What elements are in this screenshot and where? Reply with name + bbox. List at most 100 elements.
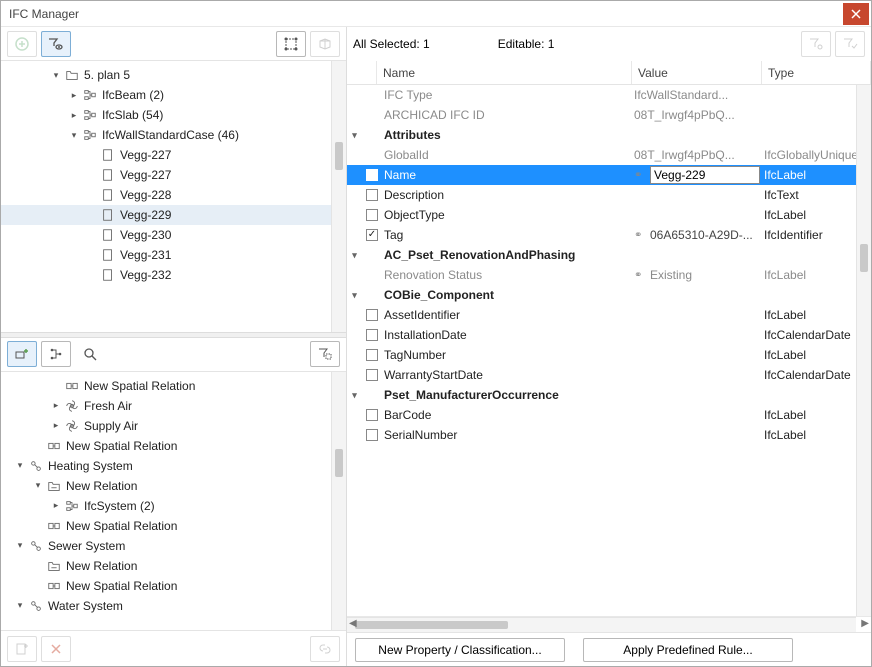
- expand-icon[interactable]: ▸: [69, 90, 79, 100]
- new-property-button[interactable]: New Property / Classification...: [355, 638, 565, 662]
- property-type: IfcLabel: [762, 345, 871, 365]
- tree-item[interactable]: ▾ Heating System: [1, 456, 346, 476]
- property-group-header[interactable]: ▾AC_Pset_RenovationAndPhasing: [347, 245, 871, 265]
- property-row[interactable]: DescriptionIfcText: [347, 185, 871, 205]
- tree-item[interactable]: ▸IfcBeam (2): [1, 85, 346, 105]
- tree-item[interactable]: New Spatial Relation: [1, 576, 346, 596]
- tree-item[interactable]: ▾Water System: [1, 596, 346, 616]
- property-row[interactable]: TagNumberIfcLabel: [347, 345, 871, 365]
- tree-item[interactable]: Vegg-228: [1, 185, 346, 205]
- new-tree-item-button[interactable]: [7, 636, 37, 662]
- property-row[interactable]: ARCHICAD IFC ID08T_Irwgf4pPbQ...: [347, 105, 871, 125]
- property-checkbox[interactable]: [366, 229, 378, 241]
- close-button[interactable]: [843, 3, 869, 25]
- property-checkbox[interactable]: [366, 409, 378, 421]
- property-row[interactable]: BarCodeIfcLabel: [347, 405, 871, 425]
- group-toggle-icon[interactable]: ▾: [347, 125, 362, 145]
- property-group-header[interactable]: ▾ Attributes: [347, 125, 871, 145]
- expand-icon[interactable]: ▸: [51, 401, 61, 411]
- tree-item[interactable]: Vegg-231: [1, 245, 346, 265]
- property-row[interactable]: IFC TypeIfcWallStandard...: [347, 85, 871, 105]
- property-row[interactable]: InstallationDateIfcCalendarDate: [347, 325, 871, 345]
- column-value[interactable]: Value: [632, 61, 762, 84]
- property-table[interactable]: IFC TypeIfcWallStandard...ARCHICAD IFC I…: [347, 85, 871, 616]
- collapse-icon[interactable]: ▾: [15, 461, 25, 471]
- property-checkbox[interactable]: [366, 329, 378, 341]
- property-checkbox[interactable]: [366, 189, 378, 201]
- tree-item[interactable]: ▾5. plan 5: [1, 65, 346, 85]
- property-checkbox[interactable]: [366, 169, 378, 181]
- horizontal-scrollbar[interactable]: [347, 617, 856, 632]
- property-row[interactable]: SerialNumberIfcLabel: [347, 425, 871, 445]
- property-value-input[interactable]: [650, 166, 760, 184]
- group-toggle-icon[interactable]: ▾: [347, 285, 362, 305]
- collapse-icon[interactable]: ▾: [51, 70, 61, 80]
- select-bbox-button[interactable]: [276, 31, 306, 57]
- filter-relation-button[interactable]: [310, 341, 340, 367]
- property-group-header[interactable]: ▾COBie_Component: [347, 285, 871, 305]
- tree-item[interactable]: ▸Fresh Air: [1, 396, 346, 416]
- tree-item[interactable]: Vegg-230: [1, 225, 346, 245]
- collapse-icon[interactable]: ▾: [33, 481, 43, 491]
- property-row[interactable]: WarrantyStartDateIfcCalendarDate: [347, 365, 871, 385]
- property-name: Attributes: [382, 125, 632, 145]
- tree-item[interactable]: Vegg-227: [1, 165, 346, 185]
- delete-tree-item-button[interactable]: [41, 636, 71, 662]
- tree-item[interactable]: Vegg-227: [1, 145, 346, 165]
- collapse-icon[interactable]: ▾: [15, 601, 25, 611]
- expand-icon[interactable]: ▸: [69, 110, 79, 120]
- group-toggle-icon[interactable]: ▾: [347, 245, 362, 265]
- search-button[interactable]: [75, 341, 105, 367]
- tree-item[interactable]: ▸Supply Air: [1, 416, 346, 436]
- property-row[interactable]: Renovation Status⚭ExistingIfcLabel: [347, 265, 871, 285]
- expand-icon[interactable]: ▸: [51, 501, 61, 511]
- group-toggle-icon[interactable]: ▾: [347, 385, 362, 405]
- property-row[interactable]: Tag⚭06A65310-A29D-...IfcIdentifier: [347, 225, 871, 245]
- filter-check-button[interactable]: [835, 31, 865, 57]
- tree-item[interactable]: ▸IfcSystem (2): [1, 496, 346, 516]
- scroll-left-icon[interactable]: ◀: [349, 618, 357, 629]
- column-type[interactable]: Type: [762, 61, 871, 84]
- column-name[interactable]: Name: [377, 61, 632, 84]
- property-checkbox[interactable]: [366, 429, 378, 441]
- tree-item[interactable]: Vegg-232: [1, 265, 346, 285]
- tree-item[interactable]: New Spatial Relation: [1, 436, 346, 456]
- tree-item[interactable]: New Spatial Relation: [1, 376, 346, 396]
- tree-item[interactable]: Vegg-229: [1, 205, 346, 225]
- tree-item[interactable]: ▸IfcSlab (54): [1, 105, 346, 125]
- scroll-right-icon[interactable]: ▶: [861, 618, 869, 629]
- tree-item[interactable]: ▾New Relation: [1, 476, 346, 496]
- property-row[interactable]: AssetIdentifierIfcLabel: [347, 305, 871, 325]
- property-value[interactable]: ⚭: [632, 165, 762, 185]
- collapse-icon[interactable]: ▾: [15, 541, 25, 551]
- vertical-scrollbar[interactable]: [856, 85, 871, 616]
- link-button[interactable]: [310, 636, 340, 662]
- property-row[interactable]: Name⚭IfcLabel: [347, 165, 871, 185]
- new-item-button[interactable]: [7, 31, 37, 57]
- property-row[interactable]: GlobalId08T_Irwgf4pPbQ...IfcGloballyUniq…: [347, 145, 871, 165]
- tree-item[interactable]: ▾Sewer System: [1, 536, 346, 556]
- vertical-scrollbar[interactable]: [331, 61, 346, 332]
- vertical-scrollbar[interactable]: [331, 372, 346, 630]
- model-tree[interactable]: ▾5. plan 5▸IfcBeam (2)▸IfcSlab (54)▾IfcW…: [1, 61, 346, 332]
- filter-settings-button[interactable]: [801, 31, 831, 57]
- collapse-icon[interactable]: ▾: [69, 130, 79, 140]
- tree-item[interactable]: New Spatial Relation: [1, 516, 346, 536]
- add-relation-button[interactable]: [7, 341, 37, 367]
- zoom-3d-button[interactable]: [310, 31, 340, 57]
- tree-item[interactable]: New Relation: [1, 556, 346, 576]
- property-checkbox[interactable]: [366, 349, 378, 361]
- property-checkbox[interactable]: [366, 369, 378, 381]
- tree-item[interactable]: ▾IfcWallStandardCase (46): [1, 125, 346, 145]
- hierarchy-button[interactable]: [41, 341, 71, 367]
- property-checkbox[interactable]: [366, 209, 378, 221]
- filter-view-button[interactable]: [41, 31, 71, 57]
- property-row[interactable]: ObjectTypeIfcLabel: [347, 205, 871, 225]
- relation-tree[interactable]: New Spatial Relation▸Fresh Air▸Supply Ai…: [1, 372, 346, 630]
- property-checkbox[interactable]: [366, 309, 378, 321]
- apply-rule-button[interactable]: Apply Predefined Rule...: [583, 638, 793, 662]
- tree-item-label: Heating System: [48, 459, 133, 473]
- property-group-header[interactable]: ▾Pset_ManufacturerOccurrence: [347, 385, 871, 405]
- folder-icon: [64, 67, 80, 83]
- expand-icon[interactable]: ▸: [51, 421, 61, 431]
